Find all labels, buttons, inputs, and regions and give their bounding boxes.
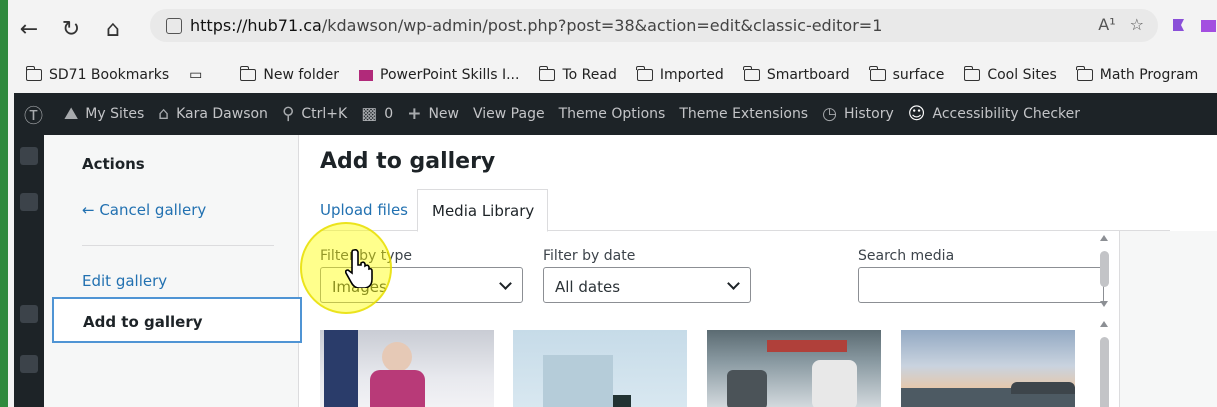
extension-icon-2[interactable]: [1198, 16, 1217, 36]
search-shortcut-label: Ctrl+K: [301, 106, 348, 122]
bookmark-item[interactable]: Math Program: [1076, 66, 1199, 83]
attachment-thumbnail[interactable]: [513, 330, 687, 407]
extension-icon-1[interactable]: [1169, 16, 1191, 36]
folder-icon: [636, 66, 653, 81]
history-menu[interactable]: ◷ History: [822, 104, 894, 124]
attachment-thumbnail[interactable]: [901, 330, 1075, 407]
folder-icon: [25, 66, 42, 81]
media-modal: Actions ← Cancel gallery Edit gallery Ad…: [44, 135, 1217, 407]
url-path: /kdawson/wp-admin/post.php?post=38&actio…: [321, 16, 883, 35]
attachments-scrollbar-upper[interactable]: [1098, 235, 1110, 310]
bookmark-item[interactable]: New folder: [239, 66, 340, 83]
filter-date-select[interactable]: All dates: [543, 267, 751, 303]
folder-icon: [963, 66, 981, 81]
site-name-menu[interactable]: ⌂ Kara Dawson: [158, 104, 268, 124]
comments-menu[interactable]: ▩ 0: [361, 104, 393, 124]
filter-date-label: Filter by date: [543, 248, 636, 264]
attachment-thumbnail[interactable]: [320, 330, 494, 407]
bookmark-label: New folder: [263, 67, 340, 83]
accessibility-checker-menu[interactable]: ☺ Accessibility Checker: [908, 104, 1080, 124]
home-icon: ⌂: [158, 104, 170, 124]
bookmark-item[interactable]: SD71 Bookmarks: [25, 66, 170, 83]
accessibility-icon: ☺: [907, 104, 926, 124]
menu-separator: [82, 245, 274, 246]
attachment-thumbnail[interactable]: [707, 330, 881, 407]
folder-icon: [743, 66, 760, 81]
search-icon: ⚲: [281, 104, 295, 124]
chevron-down-icon: [727, 277, 740, 290]
plus-icon: +: [407, 104, 422, 124]
theme-options-link[interactable]: Theme Options: [559, 106, 666, 122]
search-media-label: Search media: [858, 248, 955, 264]
folder-icon: [1076, 66, 1093, 81]
search-media-input[interactable]: [858, 267, 1104, 303]
lock-icon: [166, 17, 182, 34]
filter-date-value: All dates: [555, 278, 621, 296]
bookmark-label: Smartboard: [766, 67, 850, 83]
bookmark-label: Imported: [659, 67, 724, 83]
favorite-star-icon[interactable]: ☆: [1130, 15, 1144, 34]
folder-icon: [869, 66, 886, 81]
folder-icon: [239, 66, 257, 81]
page-title: Add to gallery: [320, 149, 496, 174]
command-search[interactable]: ⚲ Ctrl+K: [282, 104, 347, 124]
bookmark-label: Math Program: [1099, 67, 1199, 83]
wp-admin-menu-background: [14, 135, 44, 407]
bookmark-item[interactable]: surface: [869, 66, 945, 83]
actions-heading: Actions: [82, 155, 145, 173]
wordpress-logo-icon[interactable]: Ⓣ: [24, 101, 50, 128]
comments-count: 0: [384, 106, 394, 122]
refresh-icon[interactable]: ↻: [54, 12, 88, 46]
bookmark-label: PowerPoint Skills I...: [380, 67, 520, 83]
bookmark-item[interactable]: Imported: [636, 66, 724, 83]
attachments-scrollbar-lower[interactable]: [1098, 321, 1110, 407]
bookmark-label: SD71 Bookmarks: [49, 67, 170, 83]
theme-extensions-link[interactable]: Theme Extensions: [679, 106, 808, 122]
my-sites-label: My Sites: [85, 106, 145, 122]
url-bar[interactable]: https://hub71.ca/kdawson/wp-admin/post.p…: [150, 9, 1158, 42]
media-router-tabs: Upload files Media Library: [320, 189, 1170, 232]
back-icon[interactable]: ←: [12, 12, 46, 46]
history-icon: ◷: [822, 104, 837, 124]
browser-window: ← ↻ ⌂ https://hub71.ca/kdawson/wp-admin/…: [8, 0, 1217, 407]
cancel-gallery-link[interactable]: ← Cancel gallery: [82, 201, 206, 219]
view-page-link[interactable]: View Page: [473, 106, 545, 122]
my-sites-menu[interactable]: ⛰ My Sites: [64, 104, 144, 124]
url-host: https://hub71.ca: [190, 16, 322, 35]
comment-icon: ▩: [361, 104, 378, 124]
bookmark-label: To Read: [562, 67, 617, 83]
attachment-details-sidebar: [1119, 231, 1217, 407]
media-menu-sidebar: Actions ← Cancel gallery Edit gallery Ad…: [44, 135, 302, 407]
bookmark-item[interactable]: To Read: [538, 66, 617, 83]
powerpoint-icon: [359, 69, 374, 81]
site-name-label: Kara Dawson: [176, 106, 268, 122]
tab-media-library[interactable]: Media Library: [417, 189, 548, 232]
bookmarks-bar: SD71 Bookmarks ▭ New folder PowerPoint S…: [8, 58, 1217, 92]
link-icon: ▭: [189, 67, 203, 83]
bookmark-item[interactable]: PowerPoint Skills I...: [359, 67, 519, 83]
bookmark-item[interactable]: Smartboard: [743, 66, 850, 83]
new-content-menu[interactable]: + New: [407, 104, 459, 124]
accessibility-label: Accessibility Checker: [932, 106, 1081, 122]
edit-gallery-link[interactable]: Edit gallery: [82, 272, 167, 290]
bookmark-item[interactable]: Cool Sites: [963, 66, 1057, 83]
hand-pointer-icon: [345, 248, 373, 288]
chevron-down-icon: [499, 277, 512, 290]
read-aloud-icon[interactable]: A¹: [1098, 15, 1115, 34]
bookmark-item[interactable]: ▭: [189, 67, 202, 83]
new-label: New: [428, 106, 459, 122]
sites-icon: ⛰: [64, 104, 79, 124]
home-icon[interactable]: ⌂: [96, 12, 130, 46]
history-label: History: [843, 106, 894, 122]
add-to-gallery-item[interactable]: Add to gallery: [52, 297, 302, 343]
wp-admin-bar: Ⓣ ⛰ My Sites ⌂ Kara Dawson ⚲ Ctrl+K ▩ 0 + New…: [14, 93, 1217, 135]
folder-icon: [538, 66, 556, 81]
bookmark-label: Cool Sites: [987, 67, 1057, 83]
bookmark-label: surface: [892, 67, 945, 83]
